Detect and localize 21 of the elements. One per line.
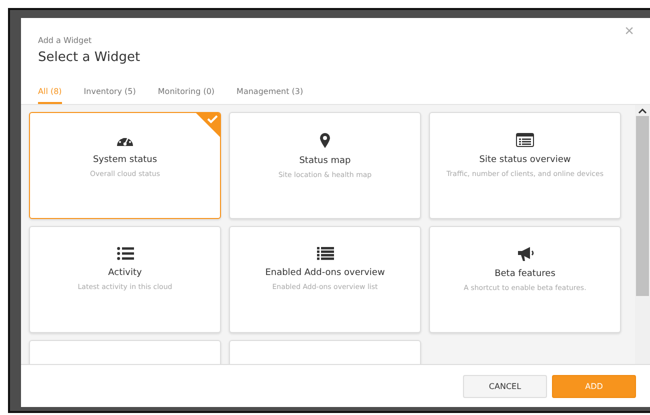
widget-name: Activity bbox=[108, 268, 142, 278]
cancel-button[interactable]: CANCEL bbox=[463, 374, 547, 398]
list-icon bbox=[316, 247, 334, 260]
scrollbar-thumb[interactable] bbox=[636, 116, 649, 296]
check-corner-icon bbox=[195, 113, 220, 138]
tab[interactable]: Monitoring (0) bbox=[158, 87, 215, 104]
widget-name: Enabled Add-ons overview bbox=[265, 268, 385, 278]
widget-name: System status bbox=[92, 155, 158, 165]
widget-name: Site status overview bbox=[479, 155, 571, 165]
dialog-subtitle: Add a Widget bbox=[38, 36, 93, 45]
bullet-list-icon bbox=[116, 247, 134, 260]
map-pin-icon bbox=[320, 133, 330, 148]
scroll-up-icon[interactable] bbox=[638, 108, 647, 114]
tab[interactable]: Management (3) bbox=[236, 87, 304, 104]
list-panel-icon bbox=[516, 133, 534, 147]
widget-name: Status map bbox=[299, 156, 351, 166]
tab[interactable]: Inventory (5) bbox=[84, 87, 136, 104]
megaphone-icon bbox=[516, 247, 534, 261]
widget-name: Beta features bbox=[494, 269, 556, 279]
dialog-title: Select a Widget bbox=[38, 50, 142, 65]
scrollbar[interactable] bbox=[635, 105, 650, 364]
